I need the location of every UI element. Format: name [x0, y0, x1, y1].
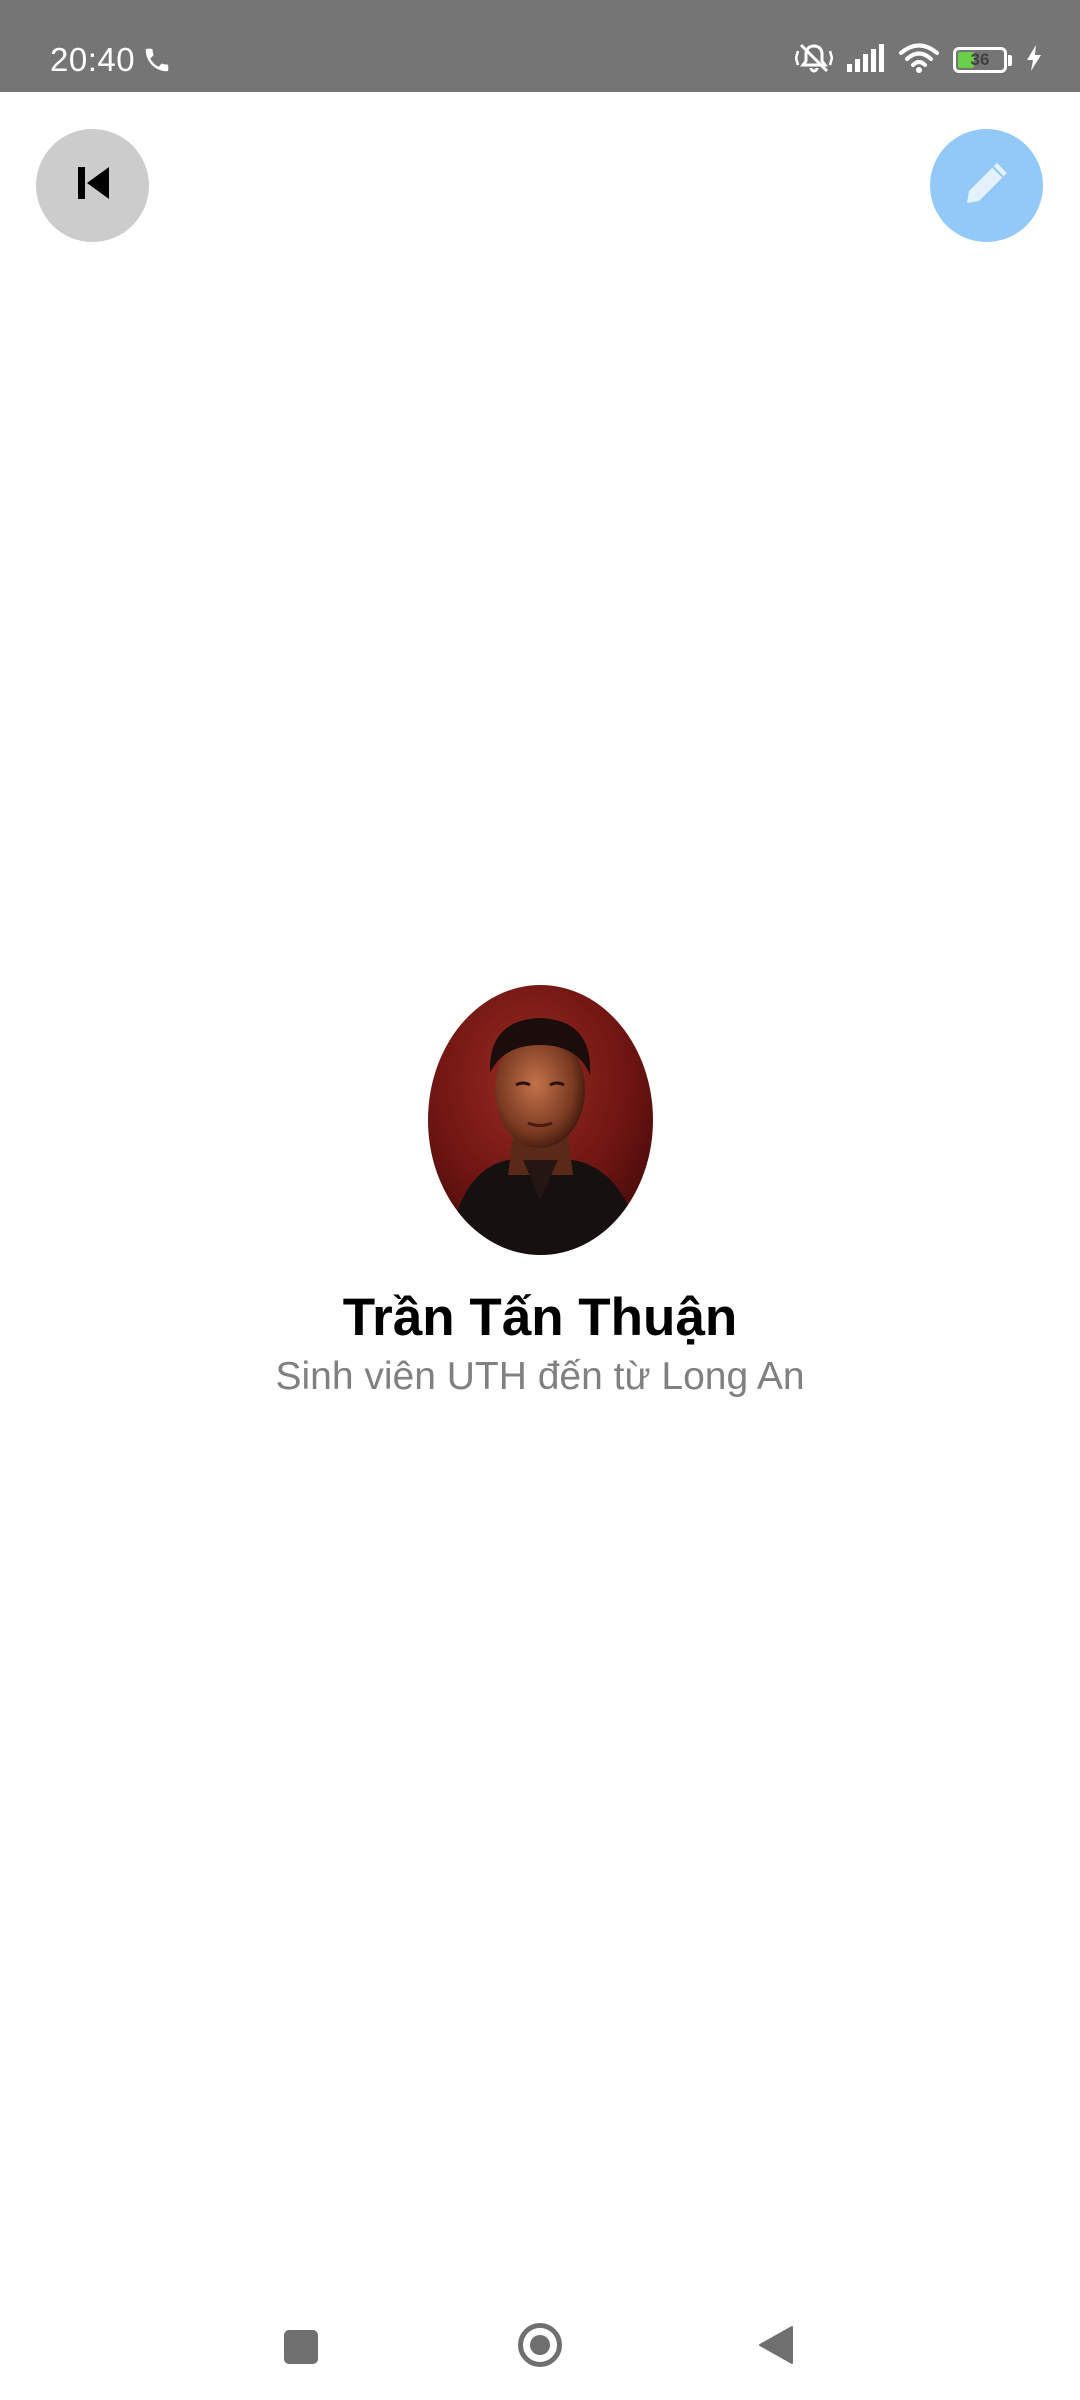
signal-icon	[847, 43, 885, 78]
edit-button[interactable]	[930, 129, 1043, 242]
skip-previous-icon	[73, 163, 113, 208]
back-icon[interactable]	[758, 2325, 794, 2365]
avatar-photo	[428, 985, 653, 1255]
status-bar: 20:40 36	[0, 0, 1080, 92]
phone-icon	[142, 44, 172, 76]
battery-level: 36	[970, 50, 990, 69]
battery-icon: 36	[953, 47, 1007, 73]
profile-screen: 20:40 36 Trần Tấn Thuận Sinh viên UTH đế…	[0, 0, 1080, 2400]
back-button[interactable]	[36, 129, 149, 242]
home-icon[interactable]	[518, 2323, 562, 2367]
wifi-icon	[899, 42, 939, 79]
status-icons: 36	[794, 41, 1042, 80]
pencil-icon	[963, 159, 1011, 212]
avatar	[428, 985, 653, 1255]
status-time: 20:40	[50, 41, 136, 78]
mute-icon	[794, 41, 834, 80]
profile-subtitle: Sinh viên UTH đến từ Long An	[275, 1355, 805, 1398]
charging-icon	[1026, 44, 1042, 76]
recents-icon[interactable]	[284, 2330, 318, 2364]
profile-name: Trần Tấn Thuận	[342, 1288, 738, 1347]
